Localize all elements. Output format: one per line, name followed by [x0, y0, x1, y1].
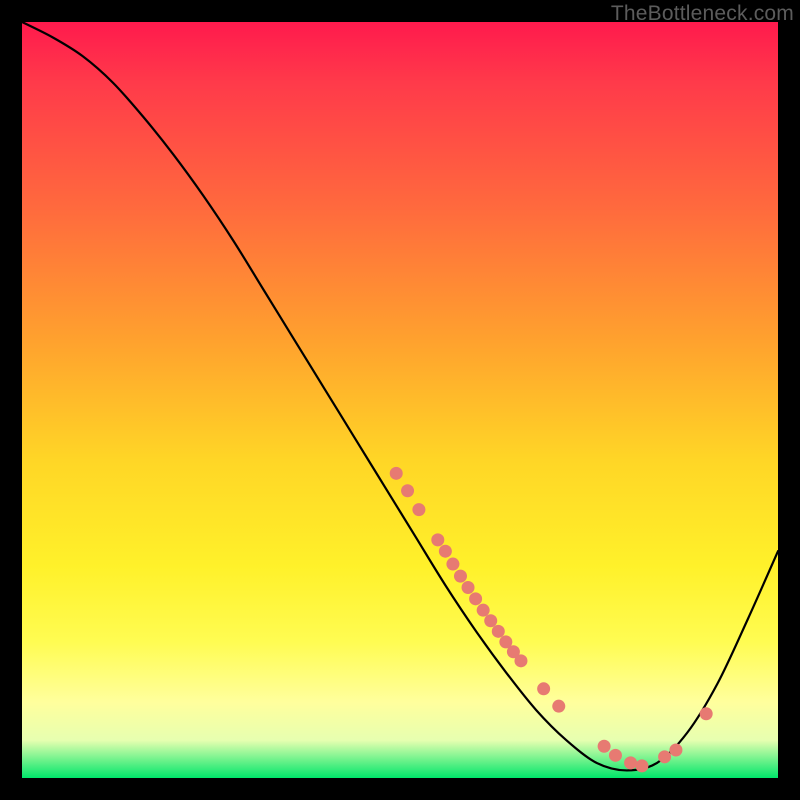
sample-point	[635, 759, 648, 772]
sample-point	[514, 654, 527, 667]
sample-point	[454, 570, 467, 583]
sample-point	[552, 700, 565, 713]
sample-point	[462, 581, 475, 594]
sample-point	[412, 503, 425, 516]
sample-point	[492, 625, 505, 638]
bottleneck-curve	[22, 22, 778, 770]
sample-point	[609, 749, 622, 762]
sample-point	[469, 592, 482, 605]
sample-point	[537, 682, 550, 695]
sample-point	[669, 744, 682, 757]
sample-point	[390, 467, 403, 480]
sample-point	[658, 750, 671, 763]
chart-area	[22, 22, 778, 778]
sample-point	[439, 545, 452, 558]
chart-svg	[22, 22, 778, 778]
sample-point	[401, 484, 414, 497]
sample-point	[477, 604, 490, 617]
sample-point	[446, 558, 459, 571]
sample-point	[484, 614, 497, 627]
sample-point	[624, 756, 637, 769]
sample-point	[700, 707, 713, 720]
sample-point	[598, 740, 611, 753]
sample-point	[431, 533, 444, 546]
